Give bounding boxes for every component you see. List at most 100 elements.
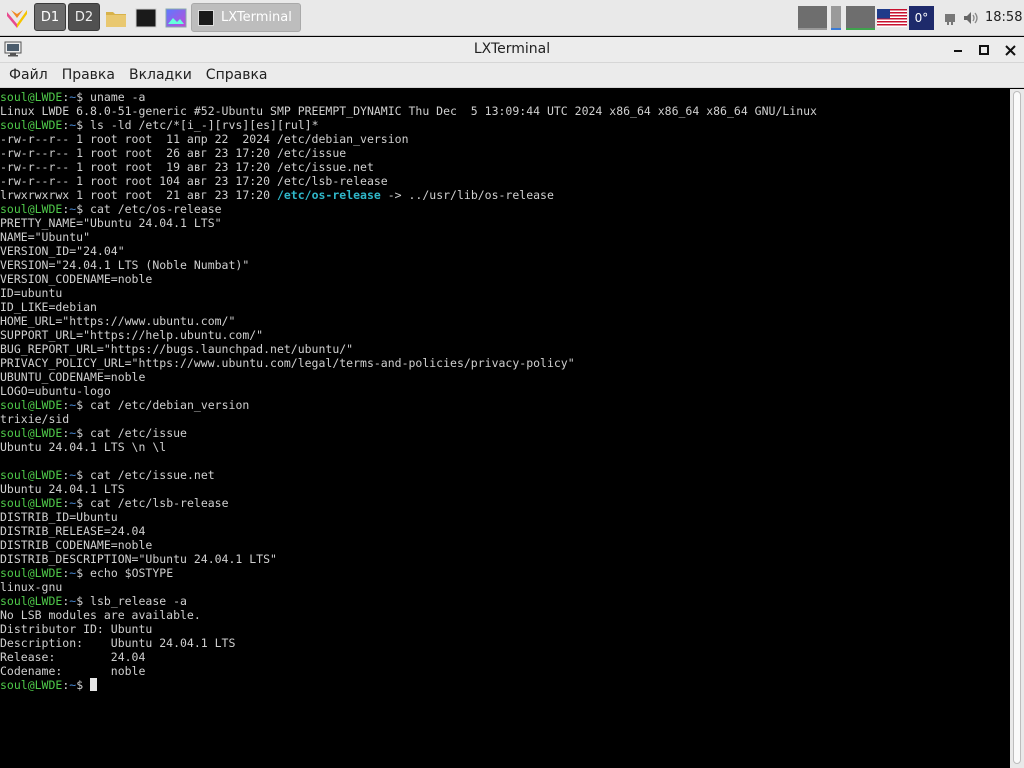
prompt-symbol: $: [76, 678, 91, 692]
output-line: Description: Ubuntu 24.04.1 LTS: [0, 636, 1010, 650]
output-line: BUG_REPORT_URL="https://bugs.launchpad.n…: [0, 342, 1010, 356]
output-line: Distributor ID: Ubuntu: [0, 622, 1010, 636]
desktop-1-button[interactable]: D1: [34, 3, 66, 31]
command-text: cat /etc/lsb-release: [90, 496, 229, 510]
menu-help[interactable]: Справка: [199, 63, 275, 88]
output-text: -rw-r--r-- 1 root root 11 апр 22 2024 /e…: [0, 132, 409, 146]
terminal-icon[interactable]: [135, 7, 157, 29]
close-icon: [1004, 44, 1016, 56]
network-monitor: [846, 6, 875, 30]
output-line: No LSB modules are available.: [0, 608, 1010, 622]
output-text: VERSION_CODENAME=noble: [0, 272, 153, 286]
output-line: PRIVACY_POLICY_URL="https://www.ubuntu.c…: [0, 356, 1010, 370]
scrollbar-thumb[interactable]: [1013, 91, 1021, 764]
output-text: HOME_URL="https://www.ubuntu.com/": [0, 314, 236, 328]
output-text: Description: Ubuntu 24.04.1 LTS: [0, 636, 236, 650]
output-text: SUPPORT_URL="https://help.ubuntu.com/": [0, 328, 264, 342]
image-viewer-icon[interactable]: [165, 7, 187, 29]
text-cursor: [90, 678, 98, 691]
output-text: Codename: noble: [0, 664, 146, 678]
maximize-button[interactable]: [974, 40, 994, 60]
output-line: SUPPORT_URL="https://help.ubuntu.com/": [0, 328, 1010, 342]
us-flag-icon[interactable]: [877, 9, 907, 27]
cpu-monitor: [798, 6, 827, 30]
output-text: -rw-r--r-- 1 root root 104 авг 23 17:20 …: [0, 174, 388, 188]
command-text: cat /etc/debian_version: [90, 398, 250, 412]
task-label: LXTerminal: [221, 10, 292, 25]
output-line: DISTRIB_RELEASE=24.04: [0, 524, 1010, 538]
output-text: DISTRIB_ID=Ubuntu: [0, 510, 118, 524]
output-line: -rw-r--r-- 1 root root 11 апр 22 2024 /e…: [0, 132, 1010, 146]
output-line: VERSION="24.04.1 LTS (Noble Numbat)": [0, 258, 1010, 272]
menu-file[interactable]: Файл: [2, 63, 55, 88]
network-icon[interactable]: [943, 11, 957, 25]
output-text: UBUNTU_CODENAME=noble: [0, 370, 146, 384]
window-titlebar[interactable]: LXTerminal: [0, 37, 1024, 63]
output-text: DISTRIB_RELEASE=24.04: [0, 524, 146, 538]
menu-tabs[interactable]: Вкладки: [122, 63, 199, 88]
output-text: -> ../usr/lib/os-release: [380, 188, 554, 202]
output-text: linux-gnu: [0, 580, 63, 594]
output-text: DISTRIB_DESCRIPTION="Ubuntu 24.04.1 LTS": [0, 552, 277, 566]
output-text: Ubuntu 24.04.1 LTS \n \l: [0, 440, 167, 454]
prompt-symbol: $: [76, 566, 91, 580]
terminal-output[interactable]: soul@LWDE:~$ uname -a Linux LWDE 6.8.0-51…: [0, 90, 1010, 768]
output-line: linux-gnu: [0, 580, 1010, 594]
minimize-button[interactable]: [948, 40, 968, 60]
prompt-line: soul@LWDE:~$ echo $OSTYPE: [0, 566, 1010, 580]
file-manager-icon[interactable]: [105, 7, 127, 29]
prompt-symbol: $: [76, 594, 91, 608]
terminal-icon: [198, 9, 214, 26]
prompt-symbol: $: [76, 90, 91, 104]
prompt-line: soul@LWDE:~$ cat /etc/issue: [0, 426, 1010, 440]
prompt-user: soul@LWDE: [0, 398, 63, 412]
prompt-symbol: $: [76, 426, 91, 440]
output-line: DISTRIB_ID=Ubuntu: [0, 510, 1010, 524]
output-line: DISTRIB_DESCRIPTION="Ubuntu 24.04.1 LTS": [0, 552, 1010, 566]
output-line: Codename: noble: [0, 664, 1010, 678]
output-text: trixie/sid: [0, 412, 70, 426]
prompt-user: soul@LWDE: [0, 496, 63, 510]
output-text: VERSION="24.04.1 LTS (Noble Numbat)": [0, 258, 250, 272]
desktop-2-button[interactable]: D2: [68, 3, 100, 31]
output-line: UBUNTU_CODENAME=noble: [0, 370, 1010, 384]
clock[interactable]: 18:58: [985, 10, 1022, 25]
prompt-line: soul@LWDE:~$ ls -ld /etc/*[i_-][rvs][es]…: [0, 118, 1010, 132]
volume-icon[interactable]: [963, 11, 981, 25]
output-line: Ubuntu 24.04.1 LTS: [0, 482, 1010, 496]
output-line: -rw-r--r-- 1 root root 19 авг 23 17:20 /…: [0, 160, 1010, 174]
output-line: NAME="Ubuntu": [0, 230, 1010, 244]
maximize-icon: [979, 45, 989, 55]
command-text: cat /etc/os-release: [90, 202, 222, 216]
prompt-user: soul@LWDE: [0, 118, 63, 132]
command-text: cat /etc/issue: [90, 426, 187, 440]
output-line: Release: 24.04: [0, 650, 1010, 664]
output-line: LOGO=ubuntu-logo: [0, 384, 1010, 398]
menu-edit[interactable]: Правка: [55, 63, 122, 88]
command-text: ls -ld /etc/*[i_-][rvs][es][rul]*: [90, 118, 319, 132]
terminal-scrollbar[interactable]: [1010, 89, 1024, 768]
output-text: VERSION_ID="24.04": [0, 244, 125, 258]
prompt-line: soul@LWDE:~$ cat /etc/lsb-release: [0, 496, 1010, 510]
prompt-line: soul@LWDE:~$ uname -a: [0, 90, 1010, 104]
close-button[interactable]: [1000, 40, 1020, 60]
temperature-indicator[interactable]: 0°: [909, 6, 934, 30]
taskbar: D1 D2 LXTerminal 0° 18:58: [0, 0, 1024, 36]
taskbar-lxterminal-button[interactable]: LXTerminal: [191, 3, 301, 32]
prompt-user: soul@LWDE: [0, 566, 63, 580]
prompt-line: soul@LWDE:~$ cat /etc/os-release: [0, 202, 1010, 216]
output-line: Linux LWDE 6.8.0-51-generic #52-Ubuntu S…: [0, 104, 1010, 118]
output-line: Ubuntu 24.04.1 LTS \n \l: [0, 440, 1010, 454]
command-text: uname -a: [90, 90, 146, 104]
prompt-symbol: $: [76, 468, 91, 482]
command-text: lsb_release -a: [90, 594, 187, 608]
app-menu-icon[interactable]: [6, 8, 28, 28]
prompt-user: soul@LWDE: [0, 426, 63, 440]
prompt-user: soul@LWDE: [0, 202, 63, 216]
prompt-symbol: $: [76, 398, 91, 412]
symlink-name: /etc/os-release: [276, 188, 381, 202]
command-text: cat /etc/issue.net: [90, 468, 215, 482]
output-line: ID_LIKE=debian: [0, 300, 1010, 314]
output-text: LOGO=ubuntu-logo: [0, 384, 111, 398]
window-title: LXTerminal: [473, 41, 551, 57]
